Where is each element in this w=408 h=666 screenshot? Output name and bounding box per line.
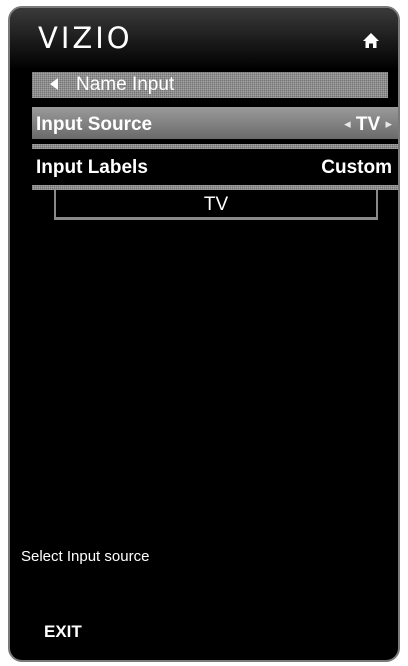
tv-menu-panel: VIZIO Name Input Input Source ◂ TV ▸ Inp…: [8, 6, 400, 662]
back-nav-row[interactable]: Name Input: [32, 72, 388, 98]
chevron-right-icon: ▸: [385, 116, 392, 131]
menu-item-value[interactable]: ◂ TV ▸: [344, 114, 392, 136]
back-arrow-icon: [50, 78, 58, 90]
menu-header: VIZIO: [10, 8, 398, 70]
chevron-left-icon: ◂: [344, 116, 351, 131]
input-source-value: TV: [355, 114, 381, 135]
menu-item-input-labels[interactable]: Input Labels Custom: [32, 153, 398, 183]
menu-item-label: Input Source: [36, 114, 153, 135]
menu-item-label: Input Labels: [36, 157, 148, 178]
home-icon[interactable]: [362, 32, 380, 50]
vizio-logo: VIZIO: [38, 21, 133, 55]
exit-button[interactable]: EXIT: [44, 622, 82, 642]
divider: [32, 144, 398, 149]
input-name-field[interactable]: TV: [54, 190, 378, 220]
menu-item-input-source[interactable]: Input Source ◂ TV ▸: [32, 107, 398, 139]
menu-item-value: Custom: [321, 157, 392, 178]
input-name-value: TV: [203, 194, 229, 215]
back-label: Name Input: [76, 74, 175, 95]
help-text: Select Input source: [21, 548, 150, 565]
